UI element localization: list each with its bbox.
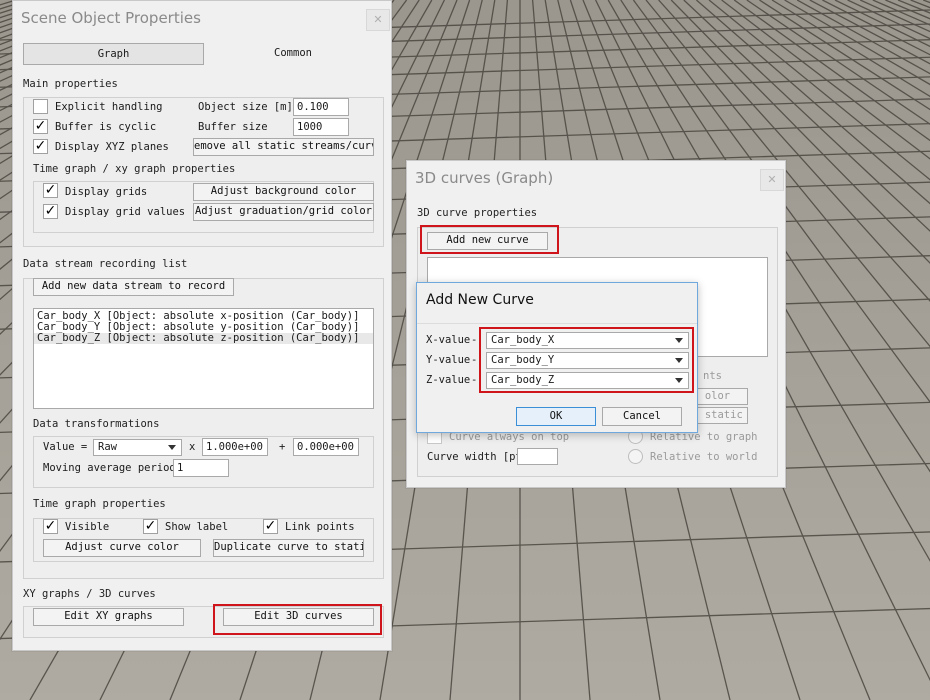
- x-value-text: Car_body_X: [491, 334, 555, 346]
- remove-static-streams-button[interactable]: emove all static streams/curve: [193, 138, 374, 156]
- add-data-stream-button[interactable]: Add new data stream to record: [33, 278, 234, 296]
- y-value-label: Y-value: [426, 354, 471, 366]
- curve-properties-label: 3D curve properties: [417, 207, 538, 219]
- dialog-title: Add New Curve: [426, 292, 534, 308]
- tab-common[interactable]: Common: [204, 43, 382, 65]
- list-item[interactable]: Car_body_Z [Object: absolute z-position …: [34, 333, 373, 344]
- moving-average-label: Moving average period: [43, 462, 176, 474]
- scene-object-properties-window: Scene Object Properties ✕ Graph Common M…: [12, 0, 392, 651]
- display-grid-values-checkbox[interactable]: ✓: [43, 204, 58, 219]
- z-value-text: Car_body_Z: [491, 374, 555, 386]
- close-button[interactable]: ✕: [366, 9, 390, 31]
- z-value-label: Z-value: [426, 374, 471, 386]
- y-value-text: Car_body_Y: [491, 354, 555, 366]
- moving-average-field[interactable]: 1: [173, 459, 229, 477]
- buffer-size-label: Buffer size: [198, 121, 268, 133]
- curve-width-label: Curve width [pt: [427, 451, 522, 463]
- partial-points-label: nts: [703, 370, 722, 382]
- show-label-label: Show label: [165, 521, 229, 533]
- chevron-down-icon: [675, 358, 683, 363]
- visible-label: Visible: [65, 521, 110, 533]
- buffer-cyclic-checkbox[interactable]: ✓: [33, 119, 48, 134]
- add-new-curve-button[interactable]: Add new curve: [427, 232, 548, 250]
- chevron-down-icon: [675, 338, 683, 343]
- visible-checkbox[interactable]: ✓: [43, 519, 58, 534]
- z-value-connector: -: [471, 374, 478, 386]
- relative-world-label: Relative to world: [650, 451, 758, 463]
- adjust-curve-color-button[interactable]: Adjust curve color: [43, 539, 201, 557]
- link-points-label: Link points: [285, 521, 355, 533]
- object-size-label: Object size [m]: [198, 101, 293, 113]
- cancel-button[interactable]: Cancel: [602, 407, 682, 426]
- value-label: Value =: [43, 441, 88, 453]
- edit-xy-graphs-button[interactable]: Edit XY graphs: [33, 608, 184, 626]
- y-value-select[interactable]: Car_body_Y: [486, 352, 689, 369]
- object-size-field[interactable]: 0.100: [293, 98, 349, 116]
- curve-width-field[interactable]: [517, 448, 558, 465]
- plus-sign: +: [279, 441, 286, 453]
- relative-world-radio[interactable]: [628, 449, 643, 464]
- xy-3d-label: XY graphs / 3D curves: [23, 588, 156, 600]
- y-value-connector: -: [471, 354, 478, 366]
- x-value-connector: -: [471, 334, 478, 346]
- edit-3d-curves-button[interactable]: Edit 3D curves: [223, 608, 374, 626]
- buffer-cyclic-label: Buffer is cyclic: [55, 121, 157, 133]
- duplicate-curve-button[interactable]: Duplicate curve to static: [213, 539, 364, 557]
- x-value-label: X-value: [426, 334, 471, 346]
- dialog-body: X-value - Car_body_X Y-value - Car_body_…: [417, 323, 697, 432]
- time-graph-properties-label: Time graph properties: [33, 498, 166, 510]
- display-grid-values-label: Display grid values: [65, 206, 186, 218]
- display-xyz-label: Display XYZ planes: [55, 141, 169, 153]
- display-grids-checkbox[interactable]: ✓: [43, 183, 58, 198]
- explicit-handling-checkbox[interactable]: [33, 99, 48, 114]
- chevron-down-icon: [168, 445, 176, 450]
- display-xyz-checkbox[interactable]: ✓: [33, 139, 48, 154]
- value-select-text: Raw: [98, 441, 117, 453]
- offset-field[interactable]: 0.000e+00: [293, 438, 359, 456]
- adjust-graduation-color-button[interactable]: Adjust graduation/grid color: [193, 203, 374, 221]
- x-value-select[interactable]: Car_body_X: [486, 332, 689, 349]
- data-stream-list[interactable]: Car_body_X [Object: absolute x-position …: [33, 308, 374, 409]
- multiply-sign: x: [189, 441, 196, 453]
- data-transformations-label: Data transformations: [33, 418, 160, 430]
- buffer-size-field[interactable]: 1000: [293, 118, 349, 136]
- chevron-down-icon: [675, 378, 683, 383]
- ok-button[interactable]: OK: [516, 407, 596, 426]
- time-xy-graph-label: Time graph / xy graph properties: [33, 163, 236, 175]
- tab-graph[interactable]: Graph: [23, 43, 204, 65]
- main-properties-label: Main properties: [23, 78, 118, 90]
- value-select[interactable]: Raw: [93, 439, 182, 456]
- adjust-background-color-button[interactable]: Adjust background color: [193, 183, 374, 201]
- display-grids-label: Display grids: [65, 186, 148, 198]
- data-stream-label: Data stream recording list: [23, 258, 188, 270]
- show-label-checkbox[interactable]: ✓: [143, 519, 158, 534]
- window-title: 3D curves (Graph): [415, 169, 554, 187]
- window-title: Scene Object Properties: [21, 9, 201, 27]
- explicit-handling-label: Explicit handling: [55, 101, 163, 113]
- add-new-curve-dialog: Add New Curve X-value - Car_body_X Y-val…: [416, 282, 698, 433]
- multiplier-field[interactable]: 1.000e+00: [202, 438, 268, 456]
- z-value-select[interactable]: Car_body_Z: [486, 372, 689, 389]
- close-button[interactable]: ✕: [760, 169, 784, 191]
- link-points-checkbox[interactable]: ✓: [263, 519, 278, 534]
